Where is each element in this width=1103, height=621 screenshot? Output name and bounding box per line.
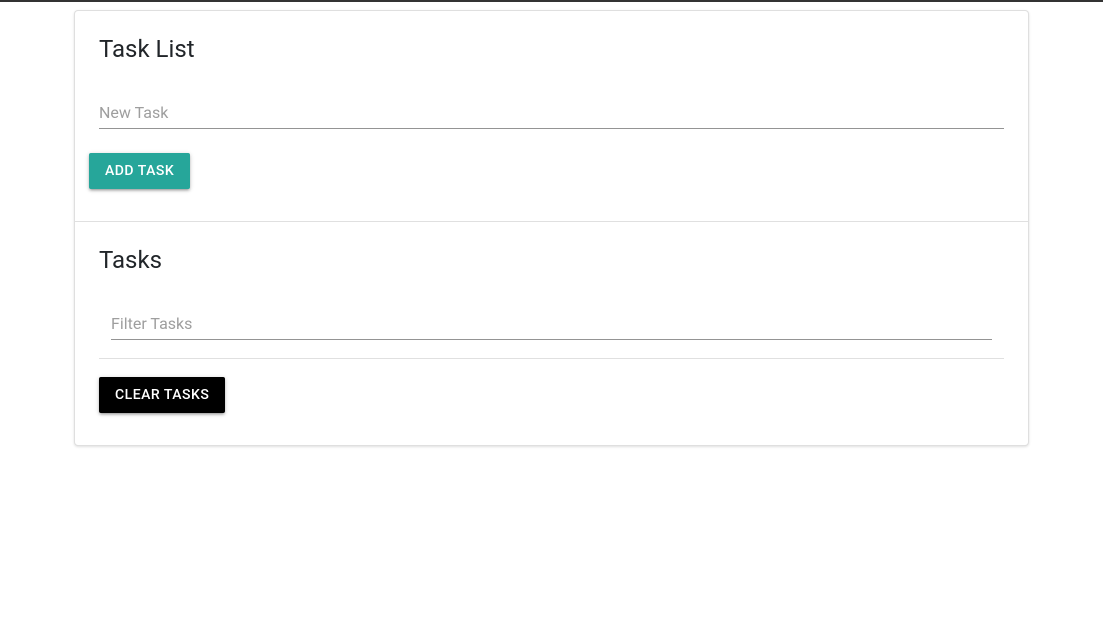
filter-row (99, 308, 1004, 340)
task-card: Task List Add Task Tasks Clear Tasks (74, 10, 1029, 446)
add-task-button[interactable]: Add Task (89, 153, 190, 189)
filter-tasks-input[interactable] (111, 308, 992, 340)
clear-tasks-button[interactable]: Clear Tasks (99, 377, 225, 413)
new-task-input[interactable] (99, 97, 1004, 129)
tasks-heading: Tasks (99, 246, 1004, 274)
add-task-section: Task List Add Task (75, 11, 1028, 222)
new-task-row (99, 97, 1004, 129)
main-container: Task List Add Task Tasks Clear Tasks (74, 2, 1029, 446)
tasks-section: Tasks Clear Tasks (75, 222, 1028, 445)
tasks-divider (99, 358, 1004, 359)
task-list-heading: Task List (99, 35, 1004, 63)
